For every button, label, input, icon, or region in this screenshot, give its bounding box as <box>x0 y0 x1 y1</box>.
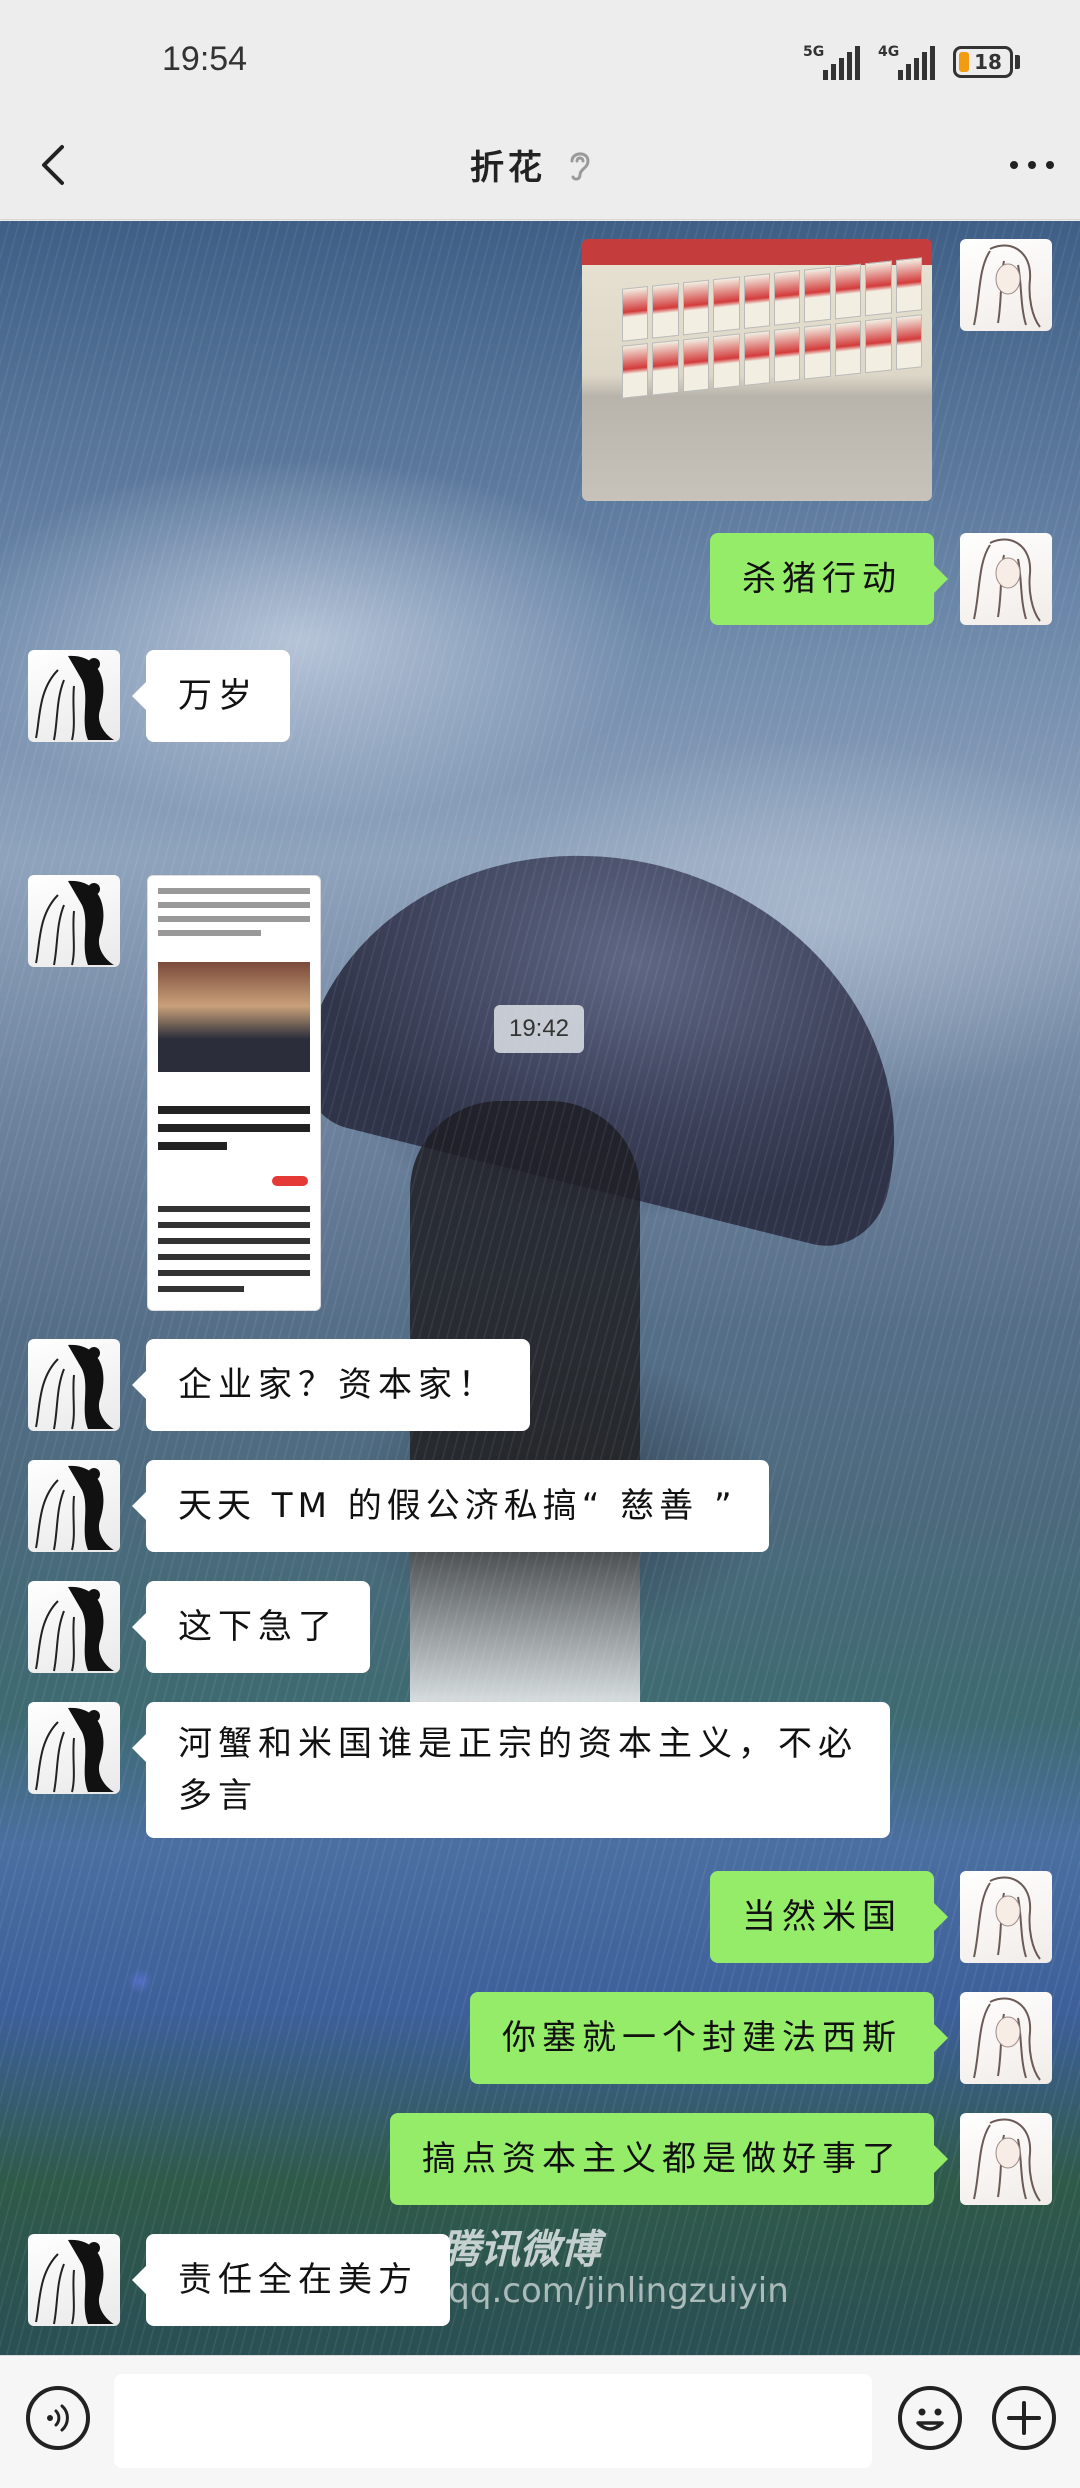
message-bubble-other[interactable]: 天天 TM 的假公济私搞“ 慈善 ” <box>132 1460 769 1552</box>
plus-icon <box>1007 2401 1041 2435</box>
status-time: 19:54 <box>162 40 248 78</box>
title-group: 折花 <box>470 140 596 189</box>
avatar-self[interactable] <box>960 1992 1052 2084</box>
message-bubble-other[interactable]: 责任全在美方 <box>132 2234 450 2326</box>
voice-icon <box>47 2404 69 2432</box>
avatar-self[interactable] <box>960 239 1052 331</box>
message-input[interactable] <box>114 2374 872 2468</box>
more-button[interactable] <box>1010 150 1054 180</box>
emoji-icon <box>916 2408 944 2431</box>
more-icon-dot <box>1028 161 1036 169</box>
voice-button[interactable] <box>26 2386 90 2450</box>
back-button[interactable] <box>28 140 78 190</box>
chat-header: 折花 <box>0 110 1080 220</box>
network-4g-label: 4G <box>878 44 900 60</box>
avatar-other[interactable] <box>28 875 120 967</box>
message-bubble-other[interactable]: 万岁 <box>132 650 290 742</box>
chevron-left-icon <box>42 145 64 185</box>
plus-button[interactable] <box>992 2386 1056 2450</box>
avatar-other[interactable] <box>28 650 120 742</box>
avatar-self[interactable] <box>960 533 1052 625</box>
avatar-other[interactable] <box>28 1339 120 1431</box>
background-figure <box>410 1101 640 1781</box>
message-bubble-self[interactable]: 搞点资本主义都是做好事了 <box>390 2113 948 2205</box>
message-image-self[interactable] <box>582 239 932 501</box>
battery-icon: 18 <box>953 46 1020 78</box>
message-bubble-self[interactable]: 你塞就一个封建法西斯 <box>470 1992 948 2084</box>
message-image-other[interactable] <box>147 875 321 1311</box>
ear-icon <box>564 145 596 185</box>
chat-area[interactable]: 腾讯微博 http://t.qq.com/jinlingzuiyin 杀猪行动 … <box>0 221 1080 2355</box>
more-icon-dot <box>1046 161 1054 169</box>
network-5g-label: 5G <box>803 44 825 60</box>
avatar-other[interactable] <box>28 1702 120 1794</box>
avatar-self[interactable] <box>960 2113 1052 2205</box>
input-bar <box>0 2355 1080 2488</box>
page-title: 折花 <box>470 148 546 188</box>
avatar-other[interactable] <box>28 1581 120 1673</box>
status-icons: 5G 4G 18 <box>803 44 1020 80</box>
avatar-other[interactable] <box>28 1460 120 1552</box>
avatar-other[interactable] <box>28 2234 120 2326</box>
signal-4g-icon: 4G <box>878 44 935 80</box>
more-icon-dot <box>1010 161 1018 169</box>
message-bubble-other[interactable]: 这下急了 <box>132 1581 370 1673</box>
message-bubble-self[interactable]: 当然米国 <box>710 1871 948 1963</box>
message-bubble-other[interactable]: 河蟹和米国谁是正宗的资本主义，不必多言 <box>132 1702 890 1838</box>
watermark-brand: 腾讯微博 <box>440 2227 600 2273</box>
battery-level: 18 <box>974 50 1002 74</box>
emoji-button[interactable] <box>898 2386 962 2450</box>
timestamp: 19:42 <box>494 1005 584 1053</box>
message-bubble-self[interactable]: 杀猪行动 <box>710 533 948 625</box>
signal-5g-icon: 5G <box>803 44 860 80</box>
avatar-self[interactable] <box>960 1871 1052 1963</box>
message-bubble-other[interactable]: 企业家？资本家！ <box>132 1339 530 1431</box>
